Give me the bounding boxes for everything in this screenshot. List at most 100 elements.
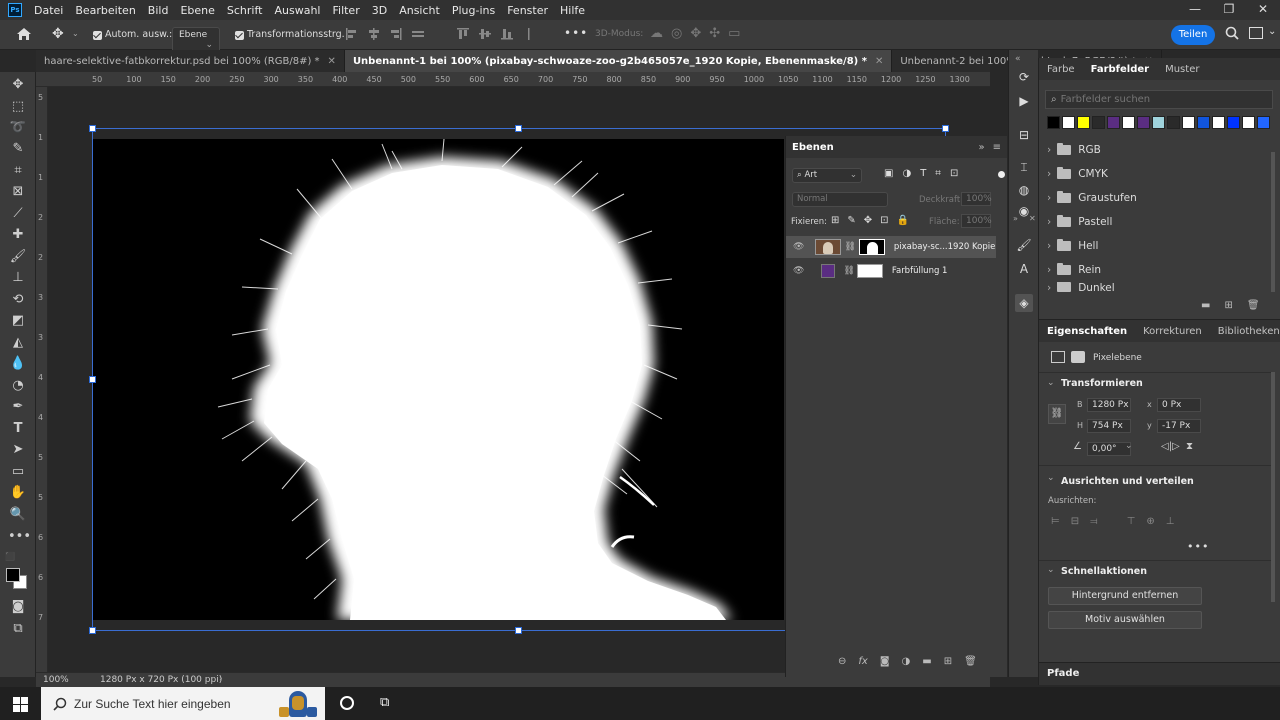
visibility-eye-icon[interactable]: 👁 xyxy=(793,266,804,276)
tab-eigenschaften[interactable]: Eigenschaften xyxy=(1039,326,1135,337)
taskbar-search[interactable]: Zur Suche Text hier eingeben xyxy=(41,687,325,720)
mask-icon[interactable] xyxy=(1071,351,1085,363)
chevron-down-icon[interactable]: ⌄ xyxy=(1125,441,1133,451)
add-mask-icon[interactable]: ◙ xyxy=(880,656,890,667)
chevron-down-icon[interactable]: ⌄ xyxy=(72,29,79,38)
align-hcenter-icon[interactable]: ⊟ xyxy=(1071,516,1079,527)
color-swatch[interactable] xyxy=(1167,116,1180,129)
align-top-icon[interactable] xyxy=(456,27,470,41)
brush-tool-icon[interactable]: 🖌 xyxy=(8,248,28,266)
tab-farbfelder[interactable]: Farbfelder xyxy=(1083,64,1158,75)
search-icon[interactable] xyxy=(1225,26,1239,40)
chevron-down-icon[interactable]: ⌄ xyxy=(1047,473,1055,483)
character-icon[interactable]: ⌶ xyxy=(1015,158,1033,176)
filter-smartobject-icon[interactable]: ⊡ xyxy=(950,168,958,179)
transform-section-title[interactable]: Transformieren xyxy=(1061,378,1143,389)
color-swatch[interactable] xyxy=(1227,116,1240,129)
swatch-search[interactable]: ⌕ xyxy=(1045,90,1273,109)
collapse-icon[interactable]: » xyxy=(1013,214,1018,223)
cortana-icon[interactable] xyxy=(340,696,354,710)
layer-row-fill[interactable]: 👁 ⛓ Farbfüllung 1 xyxy=(786,260,996,282)
layers-panel-title[interactable]: Ebenen xyxy=(792,142,834,153)
lock-position-icon[interactable]: ✥ xyxy=(864,215,872,226)
menu-ansicht[interactable]: Ansicht xyxy=(393,4,446,17)
align-bottom-icon[interactable] xyxy=(500,27,514,41)
marquee-tool-icon[interactable]: ⬚ xyxy=(8,98,28,116)
close-tab-icon[interactable]: ✕ xyxy=(875,56,883,67)
properties-scrollbar[interactable] xyxy=(1271,372,1275,602)
pen-tool-icon[interactable]: ✒ xyxy=(8,398,28,416)
image-canvas[interactable] xyxy=(92,139,784,620)
lock-all-icon[interactable]: 🔒 xyxy=(897,215,909,226)
channels-icon[interactable]: ◍ xyxy=(1015,181,1033,199)
align-bottom-icon[interactable]: ⊥ xyxy=(1166,516,1175,527)
delete-layer-icon[interactable]: 🗑 xyxy=(964,656,977,667)
close-panel-icon[interactable]: ✕ xyxy=(1029,214,1036,223)
clone-stamp-tool-icon[interactable]: ⊥ xyxy=(8,269,28,287)
color-swatch[interactable] xyxy=(1062,116,1075,129)
menu-bearbeiten[interactable]: Bearbeiten xyxy=(69,4,141,17)
menu-3d[interactable]: 3D xyxy=(366,4,393,17)
transform-handle-bl[interactable] xyxy=(89,627,96,634)
layer-mask-thumbnail[interactable] xyxy=(858,239,885,255)
chevron-down-icon[interactable]: ⌄ xyxy=(1047,378,1055,388)
folder-pastell[interactable]: › Pastell xyxy=(1039,210,1271,234)
quick-actions-title[interactable]: Schnellaktionen xyxy=(1061,566,1147,577)
adjustments-icon[interactable]: ⊟ xyxy=(1015,126,1033,144)
swatches-scrollbar[interactable] xyxy=(1271,152,1275,292)
distribute-icon[interactable] xyxy=(522,27,536,41)
align-right-icon[interactable]: ⫤ xyxy=(1090,516,1098,527)
eyedropper-tool-icon[interactable]: ⟋ xyxy=(8,205,28,223)
transform-handle-b[interactable] xyxy=(515,627,522,634)
color-swatch[interactable] xyxy=(1152,116,1165,129)
more-tools-icon[interactable]: ••• xyxy=(8,528,31,546)
paths-panel-title[interactable]: Pfade xyxy=(1047,668,1079,679)
lock-artboard-icon[interactable]: ⊡ xyxy=(880,215,888,226)
menu-auswahl[interactable]: Auswahl xyxy=(268,4,326,17)
fill-input[interactable]: 100% xyxy=(961,214,992,228)
home-icon[interactable] xyxy=(16,27,32,41)
filter-toggle-icon[interactable] xyxy=(998,171,1005,178)
tab-farbe[interactable]: Farbe xyxy=(1039,64,1083,75)
chevron-down-icon[interactable]: ⌄ xyxy=(1268,26,1276,37)
foreground-color-swatch[interactable] xyxy=(6,568,20,582)
align-hcenter-icon[interactable] xyxy=(367,27,381,41)
tab-document-2[interactable]: Unbenannt-1 bei 100% (pixabay-schwoaze-z… xyxy=(344,50,893,72)
share-button[interactable]: Teilen xyxy=(1171,25,1215,45)
default-colors-icon[interactable]: ⬛ xyxy=(5,552,15,561)
new-layer-icon[interactable]: ⊞ xyxy=(944,656,952,667)
frame-tool-icon[interactable]: ⊠ xyxy=(8,183,28,201)
minimize-icon[interactable]: — xyxy=(1178,0,1212,20)
menu-plugins[interactable]: Plug-ins xyxy=(446,4,501,17)
layer-name[interactable]: Farbfüllung 1 xyxy=(892,266,948,276)
quick-mask-icon[interactable]: ◙ xyxy=(8,598,28,616)
align-top-icon[interactable]: ⊤ xyxy=(1127,516,1136,527)
3d-pan-icon[interactable]: ✥ xyxy=(690,26,701,41)
3d-scale-icon[interactable]: ▭ xyxy=(728,26,740,41)
color-swatch[interactable] xyxy=(1197,116,1210,129)
height-input[interactable]: 754 Px xyxy=(1087,419,1131,433)
actions-play-icon[interactable]: ▶ xyxy=(1015,92,1033,110)
brush-settings-icon[interactable]: 🖌 xyxy=(1015,236,1033,254)
color-swatch[interactable] xyxy=(1122,116,1135,129)
panel-menu-icon[interactable]: ≡ xyxy=(993,142,1001,153)
folder-dunkel[interactable]: › Dunkel xyxy=(1039,282,1271,292)
folder-graustufen[interactable]: › Graustufen xyxy=(1039,186,1271,210)
3d-orbit-icon[interactable]: ☁ xyxy=(650,26,663,41)
menu-schrift[interactable]: Schrift xyxy=(221,4,269,17)
delete-swatch-icon[interactable]: 🗑 xyxy=(1247,300,1260,311)
history-icon[interactable]: ⟳ xyxy=(1015,68,1033,86)
menu-filter[interactable]: Filter xyxy=(326,4,365,17)
quick-select-tool-icon[interactable]: ✎ xyxy=(8,140,28,158)
folder-cmyk[interactable]: › CMYK xyxy=(1039,162,1271,186)
tab-document-1[interactable]: haare-selektive-fatbkorrektur.psd bei 10… xyxy=(36,50,345,72)
flip-horizontal-icon[interactable]: ◁|▷ xyxy=(1161,441,1180,452)
width-input[interactable]: 1280 Px xyxy=(1087,398,1131,412)
visibility-eye-icon[interactable]: 👁 xyxy=(793,242,804,252)
link-icon[interactable]: ⛓ xyxy=(843,266,854,276)
layer-filter-dropdown[interactable]: ⌕ Art ⌄ xyxy=(792,168,862,183)
chevron-down-icon[interactable]: ⌄ xyxy=(1047,565,1055,575)
link-dimensions-icon[interactable]: ⛓ xyxy=(1048,404,1066,424)
adjustment-layer-icon[interactable]: ◑ xyxy=(902,656,911,667)
more-options-icon[interactable]: ••• xyxy=(1187,540,1209,553)
